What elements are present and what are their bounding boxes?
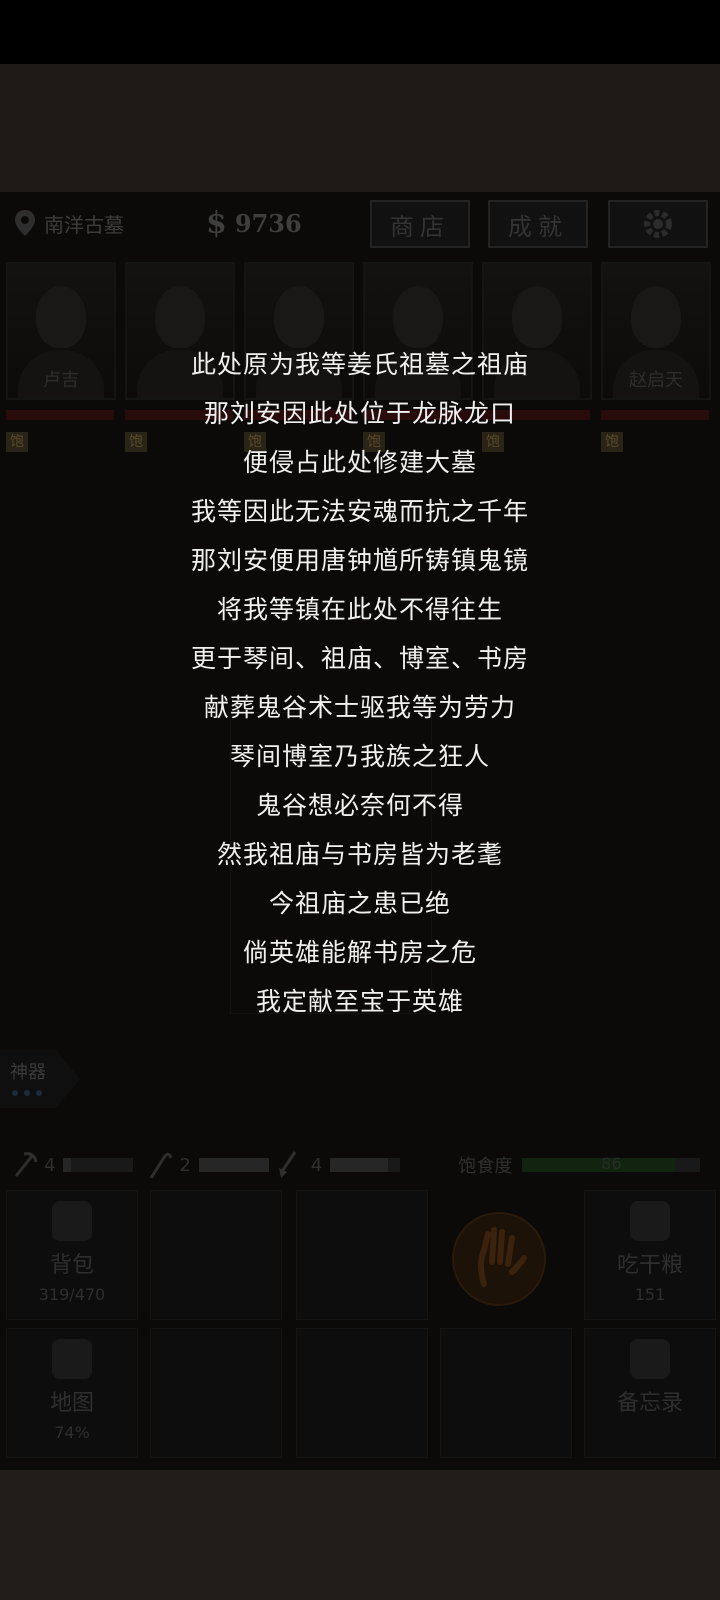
eat-rations-button[interactable]: 吃干粮 151 [584,1190,716,1320]
map-label: 地图 [49,1391,94,1416]
game-header: 南洋古墓 $ 9736 商店 成就 [0,192,720,256]
inventory-panel: 背包 319/470 吃干粮 151 地图 74% 备忘录 [0,1182,720,1470]
dot-icon [36,1090,42,1096]
location-indicator: 南洋古墓 [14,204,124,242]
story-line: 那刘安便用唐钟馗所铸镇鬼镜 [190,546,529,575]
money-value: 9736 [234,208,302,238]
navigation-bar [0,1470,720,1600]
story-line: 便侵占此处修建大墓 [242,448,477,477]
status-bar [0,0,720,64]
story-line: 琴间博室乃我族之狂人 [229,742,490,771]
rations-value: 151 [634,1285,666,1304]
backpack-value: 319/470 [38,1285,106,1304]
hook-bar [198,1158,269,1172]
location-name: 南洋古墓 [44,212,124,237]
story-line: 此处原为我等姜氏祖墓之祖庙 [190,350,529,379]
empty-slot[interactable] [150,1328,282,1458]
gear-icon [644,210,672,238]
hunger-bar: 86 [522,1154,701,1173]
memo-label: 备忘录 [616,1391,683,1416]
story-line: 今祖庙之患已绝 [268,889,451,918]
shop-button[interactable]: 商店 [370,200,470,248]
empty-slot[interactable] [296,1328,428,1458]
story-line: 将我等镇在此处不得往生 [216,595,503,624]
hook-icon [150,1152,173,1179]
empty-slot[interactable] [296,1190,428,1320]
story-line: 鬼谷想必奈何不得 [255,791,464,820]
hunger-value: 86 [601,1154,622,1173]
hand-icon [478,1227,527,1287]
memo-icon [630,1339,670,1379]
achievement-label: 成就 [508,212,568,241]
story-dialog[interactable]: 此处原为我等姜氏祖墓之祖庙 那刘安因此处位于龙脉龙口 便侵占此处修建大墓 我等因… [0,340,720,1026]
hook-count: 2 [179,1154,191,1176]
shop-label: 商店 [390,212,450,241]
rations-label: 吃干粮 [616,1253,683,1278]
story-line: 更于琴间、祖庙、博室、书房 [190,644,529,673]
empty-slot[interactable] [150,1190,282,1320]
achievement-button[interactable]: 成就 [488,200,588,248]
story-line: 献葬鬼谷术士驱我等为劳力 [203,693,516,722]
memo-button[interactable]: 备忘录 [584,1328,716,1458]
story-line: 我定献至宝于英雄 [255,987,464,1016]
pickaxe-count: 4 [44,1154,56,1176]
backpack-icon [52,1201,92,1241]
dot-icon [24,1090,30,1096]
story-line: 然我祖庙与书房皆为老耄 [216,840,503,869]
shovel-icon [278,1151,297,1178]
dollar-icon: $ [206,205,227,241]
empty-slot[interactable] [440,1328,572,1458]
artifact-label: 神器 [10,1062,46,1083]
map-button[interactable]: 地图 74% [6,1328,138,1458]
hunger-label: 饱食度 [458,1156,513,1177]
settings-button[interactable] [608,200,708,248]
backpack-button[interactable]: 背包 319/470 [6,1190,138,1320]
story-line: 我等因此无法安魂而抗之千年 [190,497,529,526]
hand-action-button[interactable] [452,1212,546,1306]
backpack-label: 背包 [49,1253,94,1278]
pickaxe-icon [14,1152,38,1177]
story-line: 那刘安因此处位于龙脉龙口 [203,399,516,428]
ration-bag-icon [630,1201,670,1241]
artifact-tab[interactable]: 神器 [0,1050,80,1108]
map-value: 74% [54,1423,90,1442]
dot-icon [12,1090,18,1096]
pickaxe-bar [63,1158,134,1172]
story-line: 倘英雄能解书房之危 [242,938,477,967]
shovel-bar [330,1158,401,1172]
shovel-count: 4 [310,1154,323,1176]
map-icon [52,1339,92,1379]
money-display: $ 9736 [206,204,302,242]
location-pin-icon [15,210,35,236]
